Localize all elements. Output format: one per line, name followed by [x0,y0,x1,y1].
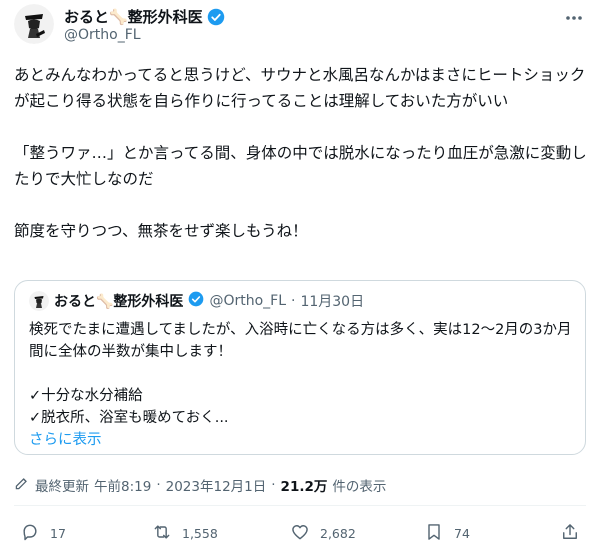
quoted-checklist-item: ✓十分な水分補給 [29,388,143,404]
retweet-button[interactable]: 1,558 [152,522,218,545]
reply-count: 17 [50,526,66,541]
heart-icon [290,522,310,545]
action-bar: 17 1,558 2,682 74 [14,522,586,548]
quoted-author-handle: @Ortho_FL [209,293,286,309]
bookmark-icon [424,522,444,545]
verified-badge-icon [207,8,225,26]
quoted-date: 11月30日 [300,294,365,310]
reply-icon [20,522,40,545]
quoted-checklist-item: ✓脱衣所、浴室も暖めておく... [29,410,229,426]
meta-separator: · [156,477,161,493]
tweet-time[interactable]: 午前8:19 [94,475,151,495]
tweet-body: あとみんなわかってると思うけど、サウナと水風呂なんかはまさにヒートショックが起こ… [14,62,588,244]
quoted-tweet-header: おると🦴整形外科医 @Ortho_FL · 11月30日 [29,291,364,311]
divider [14,505,586,506]
quoted-avatar [29,291,49,311]
retweet-icon [152,522,172,545]
like-button[interactable]: 2,682 [290,522,356,545]
quoted-tweet[interactable]: おると🦴整形外科医 @Ortho_FL · 11月30日 検死でたまに遭遇してま… [14,280,586,455]
show-more-link[interactable]: さらに表示 [29,429,577,451]
reply-button[interactable]: 17 [20,522,66,545]
author-handle[interactable]: @Ortho_FL [64,27,141,43]
quoted-tweet-body: 検死でたまに遭遇してましたが、入浴時に亡くなる方は多く、実は12〜2月の3か月間… [29,319,577,451]
views-count: 21.2万 [280,479,328,495]
tweet-paragraph: あとみんなわかってると思うけど、サウナと水風呂なんかはまさにヒートショックが起こ… [14,66,586,110]
retweet-count: 1,558 [182,526,218,541]
verified-badge-icon [188,291,204,311]
like-count: 2,682 [320,526,356,541]
share-button[interactable] [560,522,580,545]
views-label: 件の表示 [332,479,387,495]
author-name-row: おると🦴整形外科医 [64,6,225,27]
meta-separator: · [271,477,276,493]
tweet-paragraph: 「整うワァ…」とか言ってる間、身体の中では脱水になったり血圧が急激に変動したりで… [14,144,587,188]
quoted-author-name: おると🦴整形外科医 [54,294,184,310]
bookmark-button[interactable]: 74 [424,522,470,545]
ellipsis-icon[interactable] [564,8,584,33]
quoted-line: 検死でたまに遭遇してましたが、入浴時に亡くなる方は多く、実は12〜2月の3か月間… [29,322,572,360]
edit-pencil-icon [14,475,30,495]
quoted-separator: · [291,293,296,309]
bookmark-count: 74 [454,526,470,541]
share-icon [560,522,580,545]
tweet-meta: 最終更新 午前8:19 · 2023年12月1日 · 21.2万 件の表示 [14,475,386,495]
tweet-date[interactable]: 2023年12月1日 [166,475,267,495]
avatar[interactable] [14,4,54,44]
edited-label[interactable]: 最終更新 [35,475,89,495]
tweet-paragraph: 節度を守りつつ、無茶をせず楽しもうね！ [14,222,308,240]
author-name[interactable]: おると🦴整形外科医 [64,6,203,27]
